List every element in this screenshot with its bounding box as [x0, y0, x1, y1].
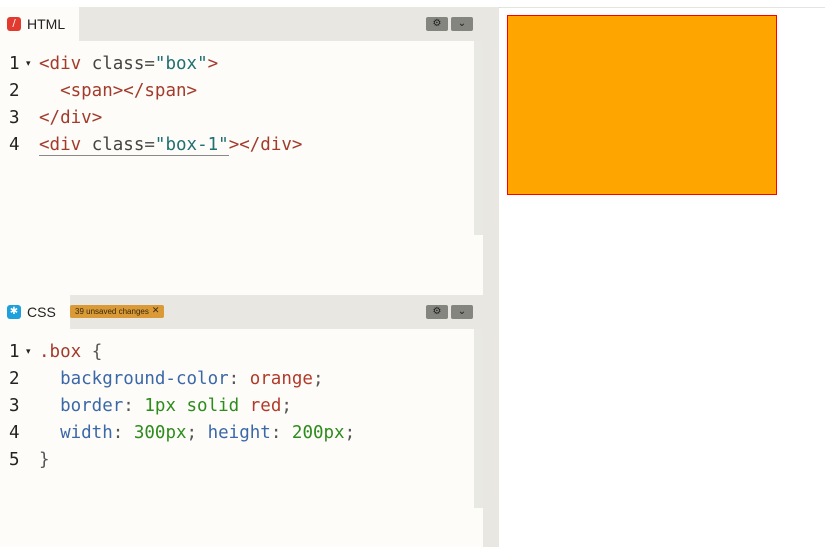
code-token: 1px	[144, 396, 176, 416]
code-token: solid	[175, 396, 250, 416]
code-text: .box {	[39, 339, 102, 366]
tab-html[interactable]: / HTML	[0, 7, 80, 41]
code-token: div	[49, 54, 82, 74]
code-token: :	[270, 423, 292, 443]
tab-css-label: CSS	[27, 304, 56, 320]
html-scrollbar[interactable]	[474, 41, 483, 235]
line-number: 1	[9, 54, 20, 74]
line-number: 3	[9, 108, 20, 128]
code-token: red	[249, 396, 282, 416]
code-text: }	[39, 447, 50, 474]
tab-css[interactable]: ✱ CSS	[0, 295, 70, 329]
html-collapse-button[interactable]: ⌄	[451, 17, 473, 31]
css-collapse-button[interactable]: ⌄	[451, 305, 473, 319]
code-token: "box"	[154, 54, 208, 74]
matched-tag-highlight: <div class="box-1"	[39, 135, 229, 156]
code-token: 300px	[133, 423, 187, 443]
asterisk-icon: ✱	[7, 305, 21, 319]
code-token: <	[39, 81, 71, 101]
code-token: }	[39, 450, 50, 470]
line-number: 5	[9, 450, 20, 470]
code-text: border: 1px solid red;	[39, 393, 292, 420]
line-number: 1	[9, 342, 20, 362]
code-token: 200px	[291, 423, 345, 443]
css-pane-controls: ⚙ ⌄	[426, 305, 473, 319]
code-token: >	[291, 135, 303, 155]
code-token: div	[260, 135, 292, 155]
fold-arrow-icon[interactable]: ▾	[26, 339, 31, 366]
line-number: 3	[9, 396, 20, 416]
preview-orange-box	[507, 15, 777, 195]
code-token: {	[81, 342, 103, 362]
code-token: div	[49, 135, 82, 155]
line-number: 4	[9, 423, 20, 443]
unsaved-changes-text: 39 unsaved changes	[75, 307, 149, 316]
code-text: <div class="box">	[39, 51, 218, 78]
code-token: ></	[228, 135, 261, 155]
chevron-down-icon: ⌄	[457, 18, 467, 29]
code-token: :	[123, 396, 145, 416]
code-token: span	[144, 81, 187, 101]
code-token: background-color	[39, 369, 229, 389]
html-editor-pane: / HTML ⚙ ⌄ 1 ▾ <div class="box"> 2 <span></…	[0, 7, 483, 295]
code-token: :	[112, 423, 134, 443]
code-token: "box-1"	[154, 135, 229, 155]
code-token: div	[60, 108, 92, 128]
close-icon[interactable]: ✕	[152, 305, 160, 318]
code-token: ;	[312, 369, 324, 389]
line-number: 2	[9, 369, 20, 389]
code-text: <span></span>	[39, 78, 197, 105]
code-token: width	[39, 423, 113, 443]
code-token: span	[70, 81, 113, 101]
gear-icon: ⚙	[432, 18, 442, 29]
css-settings-button[interactable]: ⚙	[426, 305, 448, 319]
gear-icon: ⚙	[432, 306, 442, 317]
code-token: =	[144, 135, 155, 155]
code-token: >	[186, 81, 198, 101]
code-token: :	[228, 369, 250, 389]
unsaved-changes-badge[interactable]: 39 unsaved changes ✕	[70, 305, 165, 318]
code-token: class	[81, 54, 145, 74]
code-token: >	[207, 54, 219, 74]
code-token: </	[39, 108, 61, 128]
code-text: width: 300px; height: 200px;	[39, 420, 355, 447]
html-pane-controls: ⚙ ⌄	[426, 17, 473, 31]
code-text: <div class="box-1"></div>	[39, 132, 302, 159]
fold-arrow-icon[interactable]: ▾	[26, 51, 31, 78]
css-code-editor[interactable]: 1 ▾ .box {2 background-color: orange; 3 bor…	[0, 329, 474, 508]
html-settings-button[interactable]: ⚙	[426, 17, 448, 31]
code-token: <	[39, 135, 50, 155]
code-token: <	[39, 54, 50, 74]
code-token: height	[207, 423, 271, 443]
code-text: background-color: orange;	[39, 366, 324, 393]
code-token: =	[144, 54, 155, 74]
code-token: ></	[112, 81, 145, 101]
result-preview	[499, 8, 825, 547]
html-editor-empty-area[interactable]	[0, 235, 483, 295]
code-token: ;	[281, 396, 292, 416]
css-editor-pane: ✱ CSS 39 unsaved changes ✕ ⚙ ⌄ 1 ▾ .box {2…	[0, 295, 483, 547]
chevron-down-icon: ⌄	[457, 306, 467, 317]
code-token: border	[39, 396, 124, 416]
css-scrollbar[interactable]	[474, 329, 483, 508]
code-token: orange	[249, 369, 313, 389]
html-pane-header: / HTML ⚙ ⌄	[0, 7, 483, 41]
code-token: >	[91, 108, 103, 128]
code-token: ;	[186, 423, 208, 443]
css-editor-empty-area[interactable]	[0, 508, 483, 547]
editor-column: / HTML ⚙ ⌄ 1 ▾ <div class="box"> 2 <span></…	[0, 7, 483, 547]
line-number: 4	[9, 135, 20, 155]
code-token: ;	[344, 423, 356, 443]
code-token: class	[81, 135, 145, 155]
slash-icon: /	[7, 17, 21, 31]
css-pane-header: ✱ CSS 39 unsaved changes ✕ ⚙ ⌄	[0, 295, 483, 329]
line-number: 2	[9, 81, 20, 101]
code-token: .box	[39, 342, 82, 362]
html-code-editor[interactable]: 1 ▾ <div class="box"> 2 <span></span> 3 </div…	[0, 41, 474, 235]
code-text: </div>	[39, 105, 102, 132]
tab-html-label: HTML	[27, 16, 66, 32]
column-resize-handle[interactable]	[483, 7, 500, 547]
